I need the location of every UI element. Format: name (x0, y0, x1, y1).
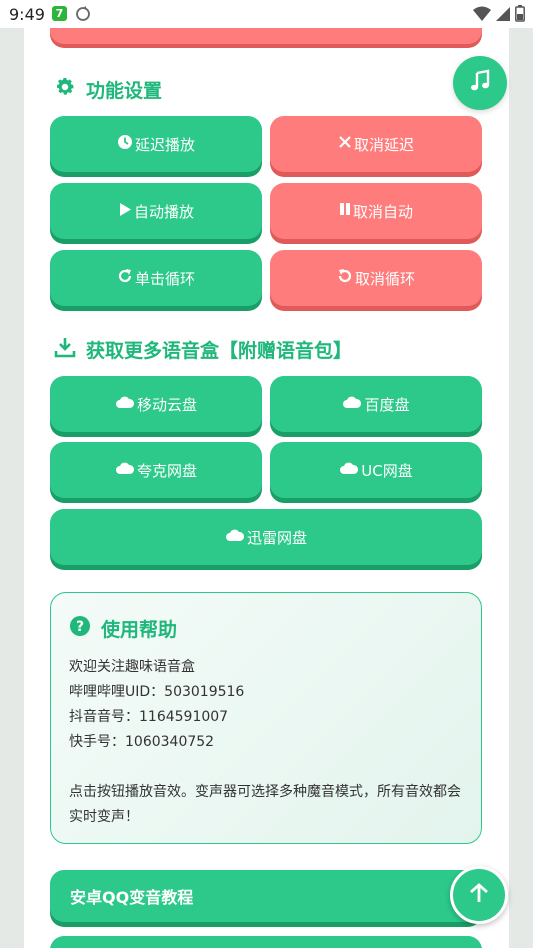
top-partial-button[interactable] (50, 28, 482, 44)
undo-icon (337, 268, 353, 288)
button-label: 迅雷网盘 (246, 528, 307, 547)
delay-play-button[interactable]: 延迟播放 (50, 116, 262, 172)
cloud-icon (339, 461, 359, 479)
button-label: 移动云盘 (136, 395, 197, 414)
button-label: 取消延迟 (353, 135, 414, 154)
cloud-icon (225, 528, 245, 546)
scroll-top-button[interactable] (450, 866, 508, 924)
help-card: ? 使用帮助 欢迎关注趣味语音盒 哔哩哔哩UID：503019516 抖音音号：… (50, 592, 482, 844)
section-title-text: 功能设置 (86, 80, 163, 102)
button-label: 夸克网盘 (136, 461, 197, 480)
quark-pan-button[interactable]: 夸克网盘 (50, 442, 262, 498)
battery-icon (515, 5, 525, 26)
help-title: ? 使用帮助 (69, 615, 177, 642)
qq-voice-tutorial-button[interactable]: 安卓QQ变音教程 (50, 870, 482, 922)
content-panel: 功能设置 延迟播放 取消延迟 自动播放 取消自动 单击循环 取消循环 获取更多语… (24, 28, 509, 948)
help-title-text: 使用帮助 (101, 619, 178, 641)
section-title-downloads: 获取更多语音盒【附赠语音包】 (54, 336, 352, 363)
repeat-icon (117, 268, 133, 288)
music-note-icon (468, 69, 492, 97)
help-description: 点击按钮播放音效。变声器可选择多种魔音模式，所有音效都会实时变声！ (69, 784, 461, 825)
help-line: 快手号：1060340752 (69, 734, 215, 750)
button-label: 自动播放 (133, 202, 194, 221)
cancel-auto-button[interactable]: 取消自动 (270, 183, 482, 239)
cloud-icon (115, 395, 135, 413)
status-time: 9:49 (9, 5, 45, 24)
button-label: 取消自动 (352, 202, 413, 221)
single-loop-button[interactable]: 单击循环 (50, 250, 262, 306)
pause-icon (339, 202, 351, 220)
status-bar: 9:49 7 (0, 0, 533, 28)
x-icon (338, 135, 352, 153)
button-label: 单击循环 (134, 269, 195, 288)
button-label: UC网盘 (361, 461, 413, 480)
sync-icon (74, 5, 92, 27)
cloud-icon (115, 461, 135, 479)
svg-text:?: ? (76, 619, 84, 635)
gear-icon (54, 76, 76, 103)
wifi-icon (473, 6, 491, 26)
auto-play-button[interactable]: 自动播放 (50, 183, 262, 239)
cancel-loop-button[interactable]: 取消循环 (270, 250, 482, 306)
help-line: 欢迎关注趣味语音盒 (69, 659, 195, 675)
clock-icon (117, 134, 133, 154)
help-line: 抖音音号：1164591007 (69, 709, 229, 725)
section-title-text: 获取更多语音盒【附赠语音包】 (86, 340, 353, 362)
download-icon (54, 336, 76, 363)
button-label: 延迟播放 (134, 135, 195, 154)
help-body: 欢迎关注趣味语音盒 哔哩哔哩UID：503019516 抖音音号：1164591… (69, 655, 463, 830)
status-icons (473, 5, 525, 26)
cloud-icon (342, 395, 362, 413)
baidu-pan-button[interactable]: 百度盘 (270, 376, 482, 432)
button-label: 安卓QQ变音教程 (70, 888, 194, 907)
question-circle-icon: ? (69, 615, 91, 642)
xunlei-pan-button[interactable]: 迅雷网盘 (50, 509, 482, 565)
music-fab-button[interactable] (453, 56, 507, 110)
partial-next-button[interactable] (50, 936, 482, 948)
arrow-up-icon (468, 882, 490, 908)
mobile-cloud-button[interactable]: 移动云盘 (50, 376, 262, 432)
button-label: 百度盘 (364, 395, 410, 414)
signal-icon (495, 6, 511, 26)
play-icon (118, 202, 132, 221)
button-label: 取消循环 (354, 269, 415, 288)
notification-badge: 7 (52, 6, 67, 21)
cancel-delay-button[interactable]: 取消延迟 (270, 116, 482, 172)
help-line: 哔哩哔哩UID：503019516 (69, 684, 245, 700)
section-title-settings: 功能设置 (54, 76, 162, 103)
uc-pan-button[interactable]: UC网盘 (270, 442, 482, 498)
